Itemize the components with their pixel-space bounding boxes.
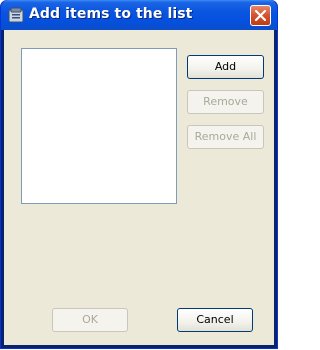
- close-button[interactable]: [250, 5, 271, 26]
- title-bar[interactable]: Add items to the list: [1, 0, 277, 30]
- remove-all-button[interactable]: Remove All: [187, 125, 264, 149]
- cancel-button[interactable]: Cancel: [177, 308, 253, 332]
- items-listbox[interactable]: [21, 48, 177, 204]
- list-items-icon: [7, 6, 25, 24]
- window-title: Add items to the list: [29, 6, 193, 22]
- dialog-window: Add items to the list Add Remove Remove …: [0, 0, 278, 349]
- close-icon: [254, 9, 267, 22]
- add-button[interactable]: Add: [187, 55, 264, 79]
- dialog-client-area: Add Remove Remove All OK Cancel: [4, 30, 274, 345]
- remove-button[interactable]: Remove: [187, 90, 264, 114]
- ok-button[interactable]: OK: [52, 308, 128, 332]
